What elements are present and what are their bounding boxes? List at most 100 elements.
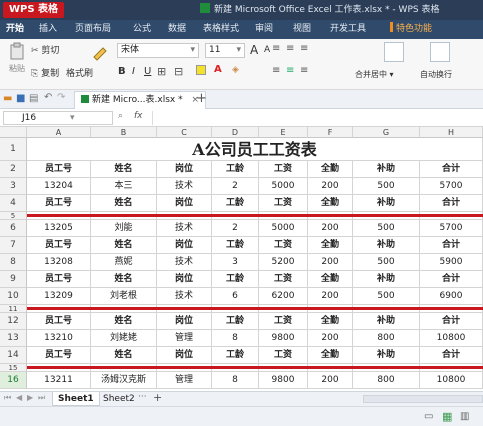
header-cell[interactable]: 工龄 <box>212 347 259 364</box>
row-header[interactable]: 7 <box>0 237 27 254</box>
table-cell[interactable]: 13209 <box>27 288 91 305</box>
table-cell[interactable]: 技术 <box>157 254 212 271</box>
menu-tab-review[interactable]: 审阅 <box>255 20 273 39</box>
table-cell[interactable]: 燕妮 <box>91 254 157 271</box>
normal-view-icon[interactable]: ▭ <box>424 411 433 422</box>
header-cell[interactable]: 全勤 <box>308 271 353 288</box>
table-cell[interactable]: 汤姆汉克斯 <box>91 372 157 389</box>
copy-button[interactable]: ⎘ 复制 <box>31 66 59 79</box>
table-cell[interactable]: 500 <box>353 178 420 195</box>
table-cell[interactable]: 800 <box>353 330 420 347</box>
column-header-b[interactable]: B <box>91 127 157 138</box>
header-cell[interactable]: 工资 <box>259 271 308 288</box>
menu-tab-home[interactable]: 开始 <box>6 20 24 39</box>
header-cell[interactable]: 全勤 <box>308 195 353 212</box>
column-header-a[interactable]: A <box>27 127 91 138</box>
menu-tab-insert[interactable]: 插入 <box>39 20 57 39</box>
sheet-nav-prev-icon[interactable]: ◀ <box>16 393 22 402</box>
header-cell[interactable]: 工龄 <box>212 237 259 254</box>
document-tab[interactable]: 新建 Micro...表.xlsx * × <box>74 91 206 109</box>
row-header[interactable]: 10 <box>0 288 27 305</box>
header-cell[interactable]: 姓名 <box>91 271 157 288</box>
table-cell[interactable]: 13211 <box>27 372 91 389</box>
header-cell[interactable]: 补助 <box>353 161 420 178</box>
header-cell[interactable]: 工龄 <box>212 195 259 212</box>
header-cell[interactable]: 员工号 <box>27 313 91 330</box>
table-cell[interactable]: 3 <box>212 254 259 271</box>
header-cell[interactable]: 员工号 <box>27 237 91 254</box>
header-cell[interactable]: 合计 <box>420 313 483 330</box>
header-cell[interactable]: 员工号 <box>27 347 91 364</box>
table-cell[interactable]: 技术 <box>157 178 212 195</box>
new-tab-button[interactable]: + <box>196 91 207 106</box>
table-cell[interactable]: 200 <box>308 254 353 271</box>
column-header-g[interactable]: G <box>353 127 420 138</box>
print-icon[interactable]: ▤ <box>29 93 38 104</box>
menu-tab-page-layout[interactable]: 页面布局 <box>75 20 111 39</box>
more-sheets-button[interactable]: ··· <box>138 392 147 402</box>
header-cell[interactable]: 姓名 <box>91 313 157 330</box>
wrap-text-button[interactable]: 自动换行 <box>420 69 452 80</box>
insert-function-button[interactable]: fx <box>134 111 143 121</box>
header-cell[interactable]: 补助 <box>353 313 420 330</box>
table-cell[interactable]: 200 <box>308 288 353 305</box>
wps-logo-button[interactable]: WPS 表格 <box>3 2 65 18</box>
header-cell[interactable]: 补助 <box>353 271 420 288</box>
spreadsheet-grid[interactable]: ABCDEFGH 1 A公司员工工资表 2 员工号 姓名 岗位 工龄 工资 全勤 补助 合计 3 132… <box>0 127 483 391</box>
align-left-button[interactable]: ≡ <box>272 65 280 76</box>
header-cell[interactable]: 姓名 <box>91 195 157 212</box>
italic-button[interactable]: I <box>132 66 135 77</box>
align-right-button[interactable]: ≡ <box>300 65 308 76</box>
header-cell[interactable]: 员工号 <box>27 271 91 288</box>
table-cell[interactable]: 13205 <box>27 220 91 237</box>
page-break-view-icon[interactable]: ▥ <box>460 411 469 422</box>
font-color-button[interactable]: A <box>214 64 222 75</box>
header-cell[interactable]: 岗位 <box>157 195 212 212</box>
table-cell[interactable]: 13208 <box>27 254 91 271</box>
row-header[interactable]: 8 <box>0 254 27 271</box>
header-cell[interactable]: 合计 <box>420 195 483 212</box>
row-header[interactable]: 6 <box>0 220 27 237</box>
table-cell[interactable]: 10800 <box>420 372 483 389</box>
header-cell[interactable]: 工龄 <box>212 313 259 330</box>
column-header-f[interactable]: F <box>308 127 353 138</box>
grow-font-button[interactable]: A <box>250 43 258 57</box>
header-cell[interactable]: 补助 <box>353 347 420 364</box>
row-header[interactable]: 9 <box>0 271 27 288</box>
table-cell[interactable]: 200 <box>308 220 353 237</box>
column-header-e[interactable]: E <box>259 127 308 138</box>
page-layout-view-icon[interactable]: ▦ <box>442 410 452 423</box>
table-cell[interactable]: 管理 <box>157 330 212 347</box>
table-cell[interactable]: 200 <box>308 330 353 347</box>
header-cell[interactable]: 工资 <box>259 313 308 330</box>
table-cell[interactable]: 5700 <box>420 220 483 237</box>
select-all-corner[interactable] <box>0 127 27 138</box>
header-cell[interactable]: 工龄 <box>212 271 259 288</box>
table-cell[interactable]: 9800 <box>259 372 308 389</box>
header-cell[interactable]: 岗位 <box>157 237 212 254</box>
table-cell[interactable]: 200 <box>308 178 353 195</box>
header-cell[interactable]: 合计 <box>420 161 483 178</box>
font-size-select[interactable]: 11 ▾ <box>205 43 245 58</box>
table-cell[interactable]: 6 <box>212 288 259 305</box>
table-cell[interactable]: 技术 <box>157 288 212 305</box>
sheet-tab-sheet2[interactable]: Sheet2 <box>98 392 140 406</box>
menu-tab-developer[interactable]: 开发工具 <box>330 20 366 39</box>
table-cell[interactable]: 6200 <box>259 288 308 305</box>
table-cell[interactable]: 13210 <box>27 330 91 347</box>
column-header-c[interactable]: C <box>157 127 212 138</box>
bold-button[interactable]: B <box>118 66 126 77</box>
table-cell[interactable]: 2 <box>212 220 259 237</box>
table-cell[interactable]: 5700 <box>420 178 483 195</box>
column-header-d[interactable]: D <box>212 127 259 138</box>
sheet-tab-sheet1[interactable]: Sheet1 <box>52 392 100 406</box>
menu-tab-data[interactable]: 数据 <box>168 20 186 39</box>
header-cell[interactable]: 补助 <box>353 195 420 212</box>
redo-icon[interactable]: ↷ <box>57 92 65 103</box>
header-cell[interactable]: 全勤 <box>308 237 353 254</box>
sheet-nav-next-icon[interactable]: ▶ <box>27 393 33 402</box>
table-cell[interactable]: 2 <box>212 178 259 195</box>
row-header[interactable]: 13 <box>0 330 27 347</box>
table-cell[interactable]: 6900 <box>420 288 483 305</box>
sheet-nav-first-icon[interactable]: ⏮ <box>4 393 11 403</box>
